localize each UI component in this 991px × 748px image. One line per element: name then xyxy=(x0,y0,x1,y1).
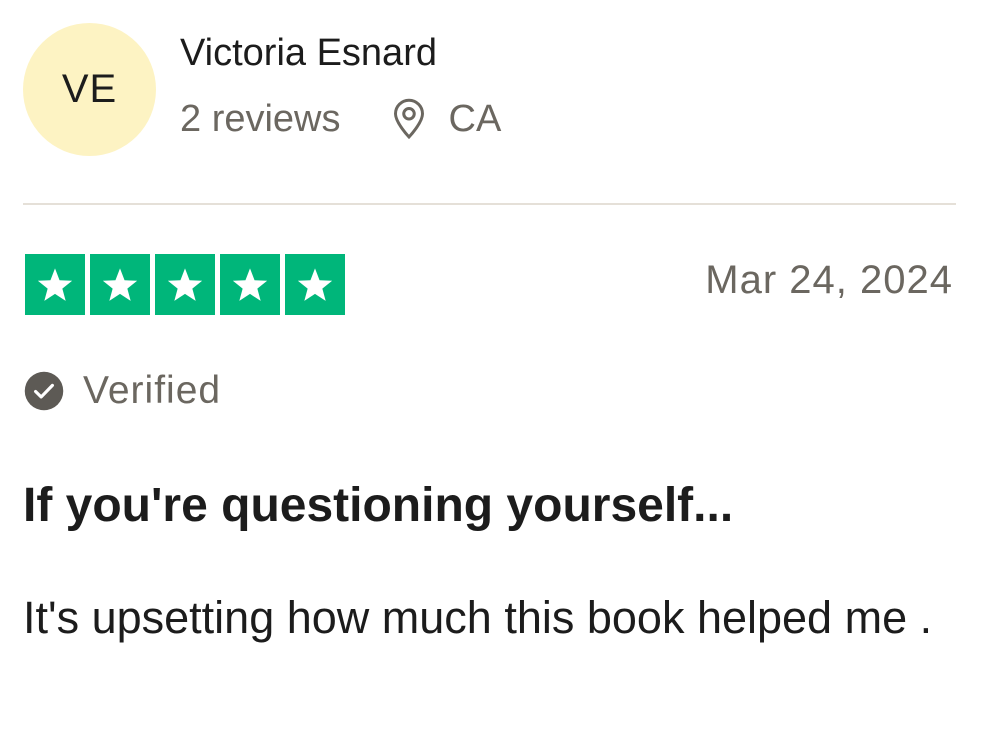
star-icon xyxy=(25,254,85,315)
star-icon xyxy=(155,254,215,315)
star-icon xyxy=(285,254,345,315)
review-body: It's upsetting how much this book helped… xyxy=(23,592,933,643)
review-card: VE Victoria Esnard 2 reviews CA Mar 24, … xyxy=(0,0,991,748)
review-title[interactable]: If you're questioning yourself... xyxy=(23,478,733,533)
star-rating xyxy=(25,254,345,315)
reviewer-meta: 2 reviews CA xyxy=(180,94,501,144)
avatar[interactable]: VE xyxy=(23,23,156,156)
map-pin-icon xyxy=(391,98,427,140)
reviewer-name[interactable]: Victoria Esnard xyxy=(180,32,437,75)
star-icon xyxy=(90,254,150,315)
divider xyxy=(23,203,956,205)
star-icon xyxy=(220,254,280,315)
verified-label: Verified xyxy=(83,369,222,412)
reviews-count: 2 reviews xyxy=(180,97,341,140)
reviewer-location: CA xyxy=(448,97,502,140)
verified-badge[interactable]: Verified xyxy=(23,366,221,416)
check-circle-icon xyxy=(23,370,65,412)
review-date: Mar 24, 2024 xyxy=(705,258,953,302)
